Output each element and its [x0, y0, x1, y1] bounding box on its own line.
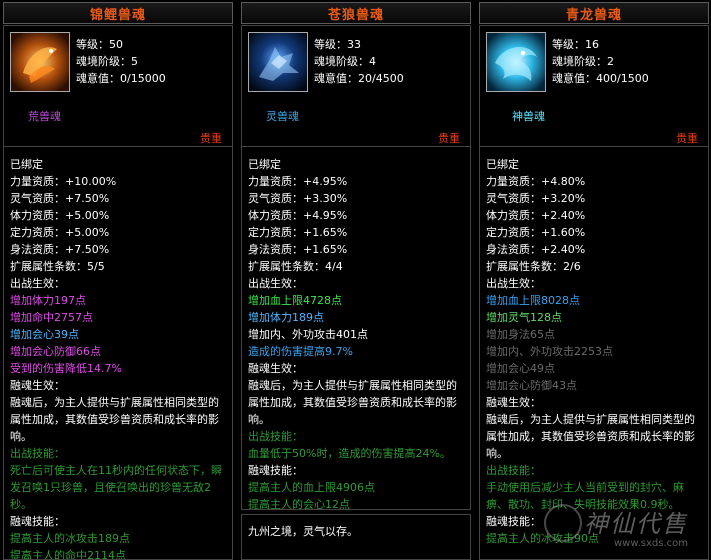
detail-line: 增加内、外功攻击401点 [248, 328, 368, 341]
detail-line: 增加灵气128点 [486, 311, 562, 324]
detail-line: 增加体力197点 [10, 294, 86, 307]
detail-line: 定力资质：+5.00% [10, 226, 110, 239]
detail-line: 扩展属性条数：4/4 [248, 260, 343, 273]
detail-line: 融魂生效： [486, 396, 541, 409]
detail-line: 增加会心39点 [10, 328, 79, 341]
detail-line: 融魂后，为主人提供与扩展属性相同类型的属性加成，其数值受珍兽资质和成长率的影响。 [486, 413, 695, 460]
detail-line: 增加会心防御66点 [10, 345, 101, 358]
wolf-portrait-icon[interactable] [248, 32, 308, 92]
soul-intent-text: 魂意值：400/1500 [552, 72, 649, 85]
card-title-bar: 锦鲤兽魂 [3, 2, 233, 24]
rarity-label: 贵重 [438, 132, 460, 145]
detail-line: 融魂后，为主人提供与扩展属性相同类型的属性加成，其数值受珍兽资质和成长率的影响。 [248, 379, 457, 426]
detail-line: 增加内、外功攻击2253点 [486, 345, 613, 358]
detail-line: 身法资质：+2.40% [486, 243, 586, 256]
realm-tier-text: 魂境阶级：5 [76, 55, 138, 68]
detail-line: 提高主人的血上限4906点 [248, 481, 375, 494]
detail-line: 提高主人的会心12点 [248, 498, 350, 510]
detail-line: 已绑定 [486, 158, 519, 171]
detail-line: 扩展属性条数：5/5 [10, 260, 105, 273]
detail-line: 力量资质：+4.95% [248, 175, 348, 188]
detail-line: 体力资质：+5.00% [10, 209, 110, 222]
detail-line: 体力资质：+2.40% [486, 209, 586, 222]
detail-line: 出战生效： [248, 277, 303, 290]
rarity-label: 贵重 [200, 132, 222, 145]
detail-line: 增加会心防御43点 [486, 379, 577, 392]
flavor-text-box: 九州之境，灵气以存。 [241, 514, 471, 560]
detail-line: 已绑定 [10, 158, 43, 171]
detail-line: 受到的伤害降低14.7% [10, 362, 122, 375]
detail-line: 出战技能： [248, 430, 303, 443]
beast-soul-card-dragon: 青龙兽魂 等级：16 魂境阶级：2 魂意值：400/1500 神兽魂 贵重 已绑… [478, 0, 710, 560]
level-text: 等级：33 [314, 38, 361, 51]
level-text: 等级：50 [76, 38, 123, 51]
detail-line: 提高主人的命中2114点 [10, 549, 126, 560]
detail-line: 融魂后，为主人提供与扩展属性相同类型的属性加成，其数值受珍兽资质和成长率的影响。 [10, 396, 219, 443]
detail-line: 灵气资质：+3.30% [248, 192, 348, 205]
soul-grade: 神兽魂 [512, 110, 545, 123]
detail-line: 身法资质：+1.65% [248, 243, 348, 256]
detail-line: 出战生效： [486, 277, 541, 290]
realm-tier-text: 魂境阶级：2 [552, 55, 614, 68]
card-title: 青龙兽魂 [565, 7, 622, 23]
koi-portrait-icon[interactable] [10, 32, 70, 92]
detail-line: 扩展属性条数：2/6 [486, 260, 581, 273]
detail-line: 力量资质：+10.00% [10, 175, 117, 188]
detail-line: 融魂生效： [10, 379, 65, 392]
detail-line: 定力资质：+1.65% [248, 226, 348, 239]
detail-line: 已绑定 [248, 158, 281, 171]
card-title: 苍狼兽魂 [327, 7, 384, 23]
detail-line: 血量低于50%时，造成的伤害提高24%。 [248, 447, 451, 460]
watermark-text: 神仙代售 [584, 510, 688, 538]
watermark-logo-icon [544, 504, 582, 542]
detail-line: 融魂生效： [248, 362, 303, 375]
card-title: 锦鲤兽魂 [89, 7, 146, 23]
soul-intent-text: 魂意值：0/15000 [76, 72, 166, 85]
detail-line: 定力资质：+1.60% [486, 226, 586, 239]
detail-line: 增加命中2757点 [10, 311, 93, 324]
realm-tier-text: 魂境阶级：4 [314, 55, 376, 68]
flavor-text: 九州之境，灵气以存。 [248, 525, 358, 538]
detail-line: 造成的伤害提高9.7% [248, 345, 353, 358]
detail-line: 融魂技能： [248, 464, 303, 477]
detail-line: 出战技能： [10, 447, 65, 460]
soul-stats: 等级：50 魂境阶级：5 魂意值：0/15000 [76, 36, 166, 87]
beast-soul-card-wolf: 苍狼兽魂 等级：33 魂境阶级：4 魂意值：20/4500 灵兽魂 贵重 已绑定… [240, 0, 472, 560]
card-details: 已绑定力量资质：+10.00% 灵气资质：+7.50% 体力资质：+5.00% 定力资… [3, 146, 233, 560]
detail-line: 灵气资质：+7.50% [10, 192, 110, 205]
soul-stats: 等级：16 魂境阶级：2 魂意值：400/1500 [552, 36, 649, 87]
detail-line: 增加体力189点 [248, 311, 324, 324]
detail-line: 出战技能： [486, 464, 541, 477]
card-title-bar: 苍狼兽魂 [241, 2, 471, 24]
watermark-url: www.sxds.com [614, 538, 689, 549]
detail-line: 出战生效： [10, 277, 65, 290]
dragon-portrait-icon[interactable] [486, 32, 546, 92]
detail-line: 力量资质：+4.80% [486, 175, 586, 188]
detail-line: 灵气资质：+3.20% [486, 192, 586, 205]
soul-grade: 灵兽魂 [266, 110, 299, 123]
soul-stats: 等级：33 魂境阶级：4 魂意值：20/4500 [314, 36, 404, 87]
detail-line: 提高主人的冰攻击189点 [10, 532, 130, 545]
soul-grade: 荒兽魂 [28, 110, 61, 123]
detail-line: 增加血上限8028点 [486, 294, 580, 307]
level-text: 等级：16 [552, 38, 599, 51]
detail-line: 增加血上限4728点 [248, 294, 342, 307]
card-details: 已绑定力量资质：+4.95% 灵气资质：+3.30% 体力资质：+4.95% 定力资质… [241, 146, 471, 510]
detail-line: 体力资质：+4.95% [248, 209, 348, 222]
detail-line: 死亡后可使主人在11秒内的任何状态下，瞬发召唤1只珍兽，且使召唤出的珍兽无敌2秒… [10, 464, 222, 511]
detail-line: 增加会心49点 [486, 362, 555, 375]
detail-line: 增加身法65点 [486, 328, 555, 341]
rarity-label: 贵重 [676, 132, 698, 145]
detail-line: 身法资质：+7.50% [10, 243, 110, 256]
soul-intent-text: 魂意值：20/4500 [314, 72, 404, 85]
card-title-bar: 青龙兽魂 [479, 2, 709, 24]
watermark: 神仙代售 www.sxds.com [540, 498, 710, 560]
detail-line: 融魂技能： [10, 515, 65, 528]
beast-soul-card-koi: 锦鲤兽魂 等级：50 魂境阶级：5 魂意值：0/15000 荒兽魂 贵重 已绑定… [2, 0, 234, 560]
